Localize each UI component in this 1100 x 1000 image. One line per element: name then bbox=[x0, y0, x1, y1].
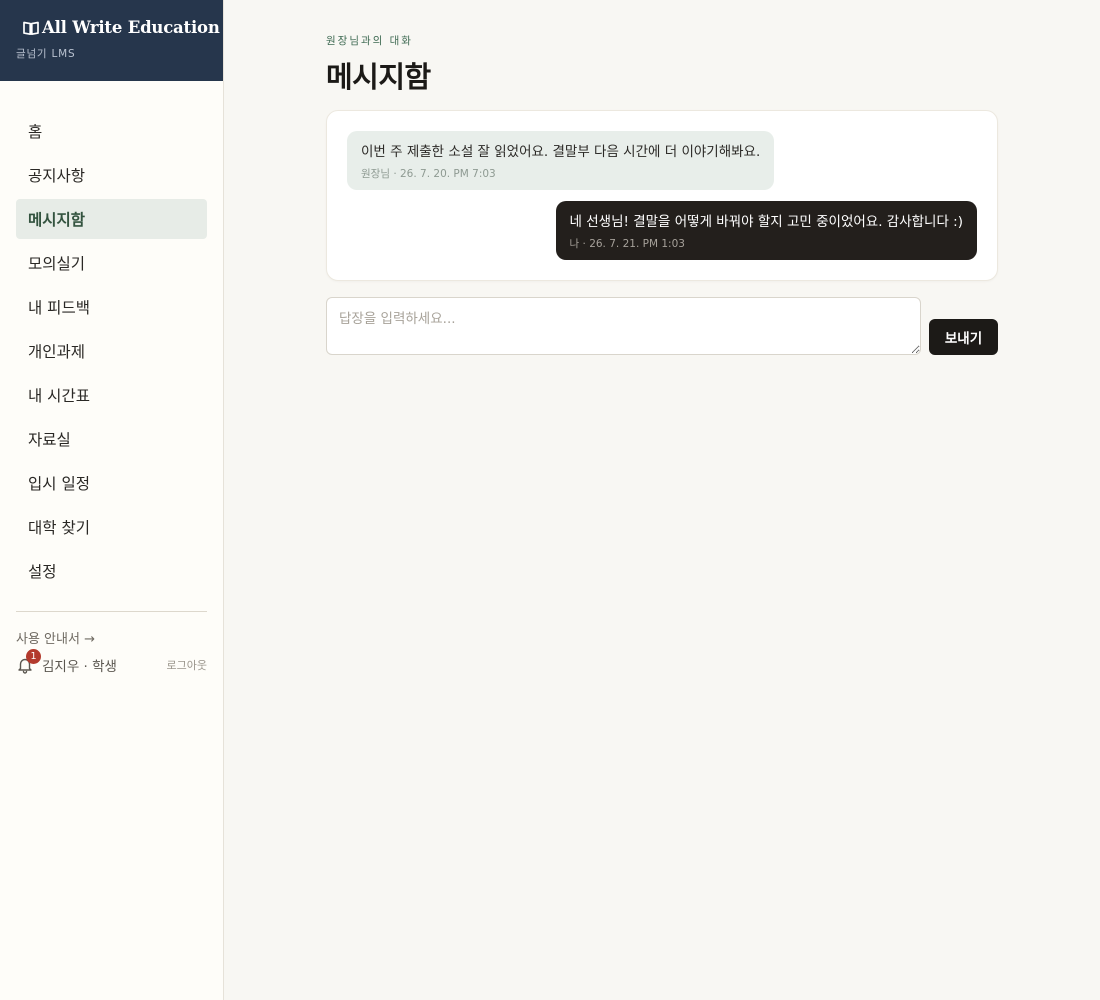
message-bubble: 네 선생님! 결말을 어떻게 바꿔야 할지 고민 중이었어요. 감사합니다 :)… bbox=[555, 201, 977, 260]
user-row: 1 김지우 · 학생 로그아웃 bbox=[16, 649, 207, 675]
brand-title: All Write Education bbox=[42, 18, 220, 37]
open-book-icon bbox=[22, 19, 40, 37]
message-bubble: 이번 주 제출한 소설 잘 읽었어요. 결말부 다음 시간에 더 이야기해봐요.… bbox=[347, 131, 775, 190]
brand-logo[interactable]: All Write Education bbox=[22, 18, 220, 37]
sidebar: All Write Education 글넘기 LMS 홈 공지사항 메시지함 … bbox=[0, 0, 224, 1000]
sidebar-divider bbox=[16, 611, 207, 612]
message-meta: 나 · 26. 7. 21. PM 1:03 bbox=[569, 238, 685, 250]
brand-subtitle: 글넘기 LMS bbox=[16, 48, 76, 60]
sidebar-item-settings[interactable]: 설정 bbox=[16, 551, 207, 591]
sidebar-item-assignments[interactable]: 개인과제 bbox=[16, 331, 207, 371]
notification-badge: 1 bbox=[26, 649, 41, 664]
message-outgoing: 네 선생님! 결말을 어떻게 바꿔야 할지 고민 중이었어요. 감사합니다 :)… bbox=[347, 201, 977, 260]
user-name: 김지우 · 학생 bbox=[42, 659, 117, 675]
brand-header: All Write Education 글넘기 LMS bbox=[0, 0, 223, 81]
message-incoming: 이번 주 제출한 소설 잘 읽었어요. 결말부 다음 시간에 더 이야기해봐요.… bbox=[347, 131, 977, 190]
sidebar-item-mock-exam[interactable]: 모의실기 bbox=[16, 243, 207, 283]
page-title: 메시지함 bbox=[326, 60, 431, 94]
user-guide-link[interactable]: 사용 안내서 → bbox=[16, 628, 207, 647]
logout-button[interactable]: 로그아웃 bbox=[167, 657, 207, 673]
message-text: 네 선생님! 결말을 어떻게 바꿔야 할지 고민 중이었어요. 감사합니다 :) bbox=[569, 214, 963, 230]
sidebar-item-find-university[interactable]: 대학 찾기 bbox=[16, 507, 207, 547]
sidebar-item-resources[interactable]: 자료실 bbox=[16, 419, 207, 459]
reply-input[interactable] bbox=[326, 297, 921, 355]
sidebar-item-admission-schedule[interactable]: 입시 일정 bbox=[16, 463, 207, 503]
sidebar-item-messages[interactable]: 메시지함 bbox=[16, 199, 207, 239]
sidebar-item-my-feedback[interactable]: 내 피드백 bbox=[16, 287, 207, 327]
sidebar-item-notices[interactable]: 공지사항 bbox=[16, 155, 207, 195]
message-thread: 이번 주 제출한 소설 잘 읽었어요. 결말부 다음 시간에 더 이야기해봐요.… bbox=[326, 110, 998, 281]
sidebar-item-timetable[interactable]: 내 시간표 bbox=[16, 375, 207, 415]
send-button[interactable]: 보내기 bbox=[929, 319, 998, 355]
bell-icon[interactable]: 1 bbox=[16, 649, 41, 674]
message-text: 이번 주 제출한 소설 잘 읽었어요. 결말부 다음 시간에 더 이야기해봐요. bbox=[361, 144, 761, 160]
main-content: 원장님과의 대화 메시지함 이번 주 제출한 소설 잘 읽었어요. 결말부 다음… bbox=[326, 0, 998, 355]
reply-composer: 보내기 bbox=[326, 297, 998, 355]
conversation-label: 원장님과의 대화 bbox=[326, 35, 413, 47]
sidebar-item-home[interactable]: 홈 bbox=[16, 111, 207, 151]
message-meta: 원장님 · 26. 7. 20. PM 7:03 bbox=[361, 168, 496, 180]
sidebar-nav: 홈 공지사항 메시지함 모의실기 내 피드백 개인과제 내 시간표 자료실 입시… bbox=[0, 81, 223, 591]
